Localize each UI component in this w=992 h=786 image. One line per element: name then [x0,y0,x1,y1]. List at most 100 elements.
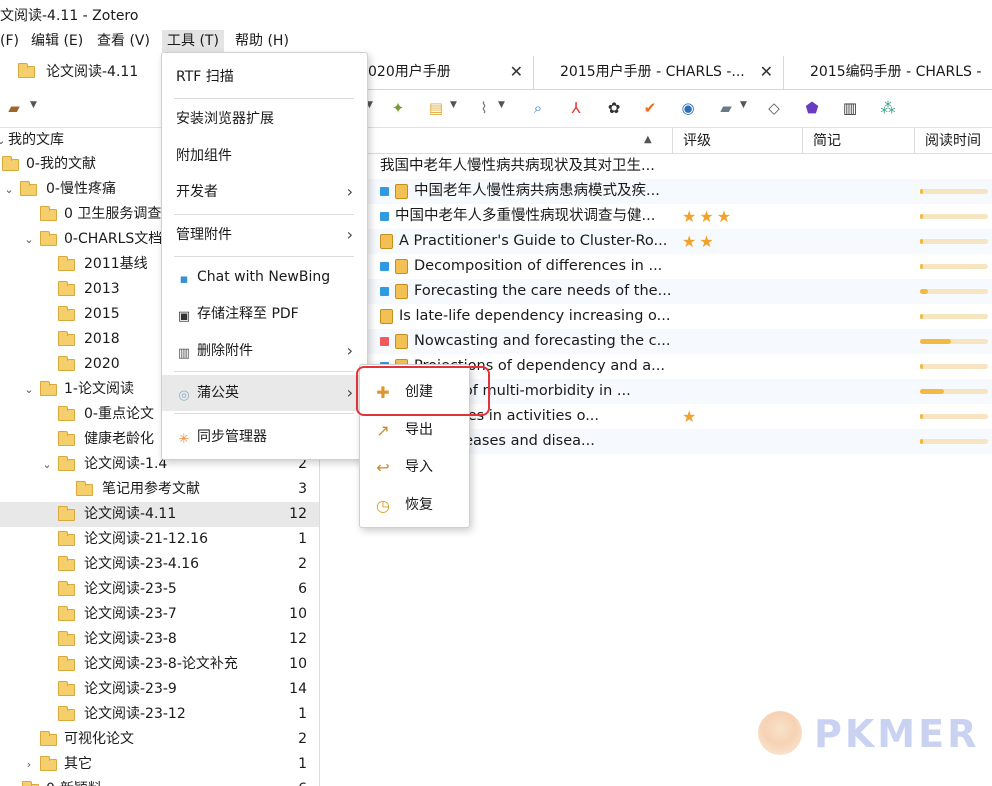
notebook-icon [395,259,408,274]
tree-row[interactable]: 论文阅读-23-5 6 [0,577,319,602]
tree-row[interactable]: 论文阅读-23-4.16 2 [0,552,319,577]
tree-row[interactable]: 论文阅读-23-9 14 [0,677,319,702]
read-progress-fill [920,389,944,394]
menu-item-rtf-scan[interactable]: RTF 扫描 [162,59,367,95]
column-readtime[interactable]: 阅读时间 [914,128,992,154]
folder-icon [58,681,75,696]
tab-reader-2020[interactable]: 020用户手册 ✕ [364,56,534,90]
chevron-down-icon[interactable]: ⌄ [22,377,36,402]
sync-icon: ✳ [178,432,190,447]
read-progress-fill [920,364,923,369]
folder-icon [58,606,75,621]
check-icon[interactable]: ✔ [640,98,660,118]
graph-icon[interactable]: ⁂ [878,98,898,118]
menu-item-sync-manager[interactable]: ✳ 同步管理器 [162,419,367,455]
rating-stars[interactable]: ★★★ [682,204,734,229]
tree-row[interactable]: › 其它 1 [0,752,319,777]
openai-icon[interactable]: ✿ [604,98,624,118]
column-notes[interactable]: 简记 [802,128,914,154]
item-title: 中国老年人慢性病共病患病模式及疾... [414,183,660,199]
tree-row[interactable]: 论文阅读-23-7 10 [0,602,319,627]
tree-row[interactable]: 论文阅读-21-12.16 1 [0,527,319,552]
folder-icon [58,281,75,296]
new-collection-icon[interactable]: ▰ [4,98,24,118]
tree-row[interactable]: 笔记用参考文献 3 [0,477,319,502]
folder-icon [58,531,75,546]
item-row[interactable]: 中国中老年人多重慢性病现状调查与健... ★★★ [320,204,992,229]
read-progress-bar [920,414,988,419]
folder-icon[interactable]: ▰ [716,98,736,118]
item-row[interactable]: Decomposition of differences in ... [320,254,992,279]
tab-label: 2015用户手册 - CHARLS -... [560,64,745,80]
magic-wand-icon[interactable]: ✦ [388,98,408,118]
rating-stars[interactable]: ★ [682,404,699,429]
item-row[interactable]: Nowcasting and forecasting the c... [320,329,992,354]
read-progress-bar [920,439,988,444]
close-icon[interactable]: ✕ [510,56,523,88]
rating-stars[interactable]: ★★ [682,229,717,254]
menu-separator [174,214,354,215]
title-bar: 文阅读-4.11 - Zotero [0,0,992,30]
document-icon[interactable]: ▥ [840,98,860,118]
menu-view[interactable]: 查看 (V) [92,30,155,52]
submenu-item-restore[interactable]: ◷ 恢复 [360,487,469,524]
chevron-down-icon[interactable]: ▼ [450,100,457,110]
chevron-down-icon[interactable]: ⌄ [22,227,36,252]
menu-item-delete-attachments[interactable]: ▥ 删除附件 › [162,333,367,369]
menu-item-developer[interactable]: 开发者 › [162,174,367,210]
tree-row-selected[interactable]: 论文阅读-4.11 12 [0,502,319,527]
chevron-down-icon[interactable]: ⌄ [0,128,8,153]
menu-item-browser-extension[interactable]: 安装浏览器扩展 [162,101,367,137]
menu-edit[interactable]: 编辑 (E) [26,30,88,52]
tree-row[interactable]: 论文阅读-23-12 1 [0,702,319,727]
tag-icon[interactable]: ◇ [764,98,784,118]
gem-icon[interactable]: ⬟ [802,98,822,118]
close-icon[interactable]: ✕ [760,56,773,88]
globe-icon[interactable]: ◉ [678,98,698,118]
tree-row[interactable]: 论文阅读-23-8 12 [0,627,319,652]
attachment-icon[interactable]: ⌇ [474,98,494,118]
chevron-down-icon[interactable]: ▼ [740,100,747,110]
column-rating[interactable]: 评级 [672,128,802,154]
notebook-icon [395,284,408,299]
folder-icon [18,63,35,78]
tab-library[interactable]: 论文阅读-4.11 [0,56,162,90]
read-progress-fill [920,314,923,319]
menu-help[interactable]: 帮助 (H) [230,30,294,52]
read-progress-fill [920,414,923,419]
item-row[interactable]: 我国中老年人慢性病共病现状及其对卫生... [320,154,992,179]
read-progress-bar [920,314,988,319]
menu-item-save-annotations-pdf[interactable]: ▣ 存储注释至 PDF [162,296,367,332]
chevron-down-icon[interactable]: ▼ [30,100,37,110]
sort-ascending-icon[interactable]: ▲ [644,134,652,145]
menu-item-manage-attachments[interactable]: 管理附件 › [162,217,367,253]
tree-row[interactable]: 论文阅读-23-8-论文补充 10 [0,652,319,677]
pdf-icon[interactable]: ⅄ [566,98,586,118]
pkmer-watermark: PKMER [758,708,978,762]
item-row[interactable]: Forecasting the care needs of the... [320,279,992,304]
menu-item-chat-newbing[interactable]: ▪ Chat with NewBing [162,259,367,295]
tree-row[interactable]: 0-新颖料 6 [0,777,319,786]
new-note-icon[interactable]: ▤ [426,98,446,118]
search-icon[interactable]: ⌕ [528,98,548,118]
chevron-right-icon[interactable]: › [22,752,36,777]
menu-item-addons[interactable]: 附加组件 [162,138,367,174]
submenu-item-import[interactable]: ↩ 导入 [360,449,469,486]
chevron-right-icon: › [346,225,353,244]
menu-file[interactable]: (F) [0,30,24,52]
menu-tools[interactable]: 工具 (T) [162,30,224,52]
item-row[interactable]: 中国老年人慢性病共病患病模式及疾... [320,179,992,204]
item-title: Forecasting the care needs of the... [414,283,672,299]
item-row[interactable]: Is late-life dependency increasing o... [320,304,992,329]
tab-label: 2015编码手册 - CHARLS - [810,64,982,80]
menu-separator [174,371,354,372]
tab-reader-2015-codebook[interactable]: 2015编码手册 - CHARLS - [784,56,992,90]
menu-item-dandelion[interactable]: ◎ 蒲公英 › [162,375,367,411]
submenu-item-export[interactable]: ↗ 导出 [360,412,469,449]
chevron-down-icon[interactable]: ▼ [498,100,505,110]
tab-reader-2015-user[interactable]: 2015用户手册 - CHARLS -... ✕ [534,56,784,90]
chevron-down-icon[interactable]: ⌄ [40,452,54,477]
chevron-down-icon[interactable]: ⌄ [2,177,16,202]
item-row[interactable]: A Practitioner's Guide to Cluster-Ro... ★… [320,229,992,254]
tree-row[interactable]: 可视化论文 2 [0,727,319,752]
